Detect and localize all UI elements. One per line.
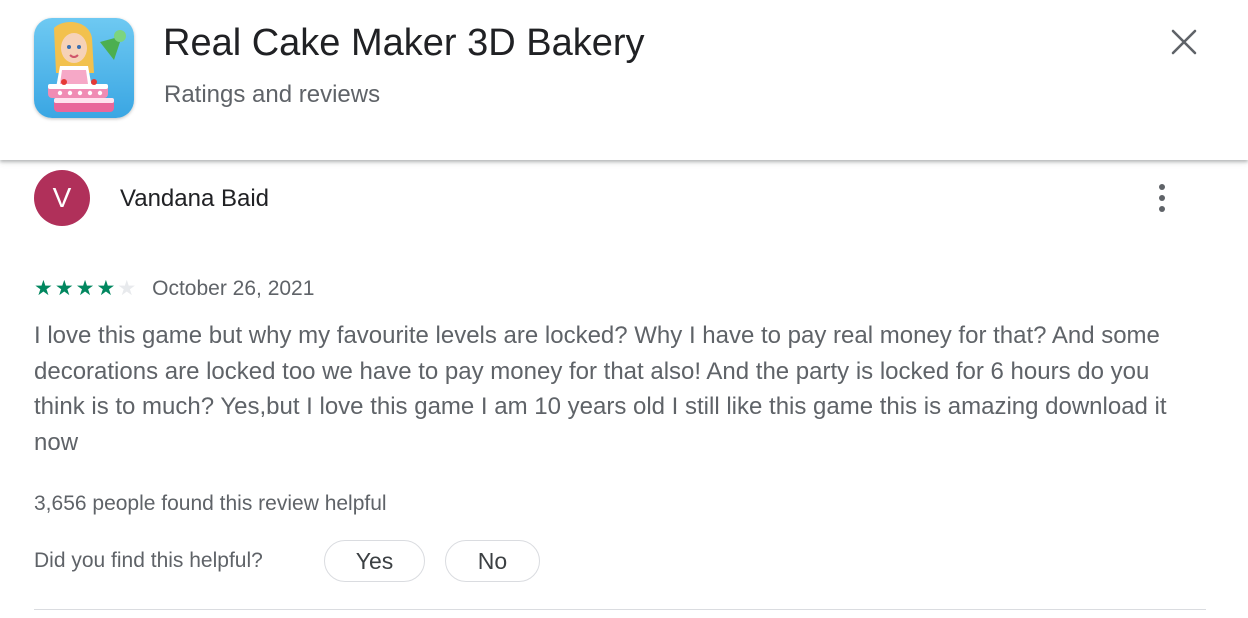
more-options-button[interactable] [1140, 174, 1184, 222]
review-card: V Vandana Baid ★ ★ ★ ★ ★ October 26, 2021 I … [0, 160, 1248, 618]
more-vert-icon-dot [1159, 206, 1165, 212]
close-button[interactable] [1160, 18, 1208, 66]
avatar: V [34, 170, 90, 226]
dialog-header: Real Cake Maker 3D Bakery Ratings and re… [0, 0, 1248, 160]
app-icon [34, 18, 134, 118]
rating-row: ★ ★ ★ ★ ★ October 26, 2021 [34, 275, 314, 303]
star-filled-icon: ★ [34, 277, 53, 300]
review-date: October 26, 2021 [152, 277, 315, 300]
page-subtitle: Ratings and reviews [164, 81, 381, 108]
reviewer-name: Vandana Baid [120, 185, 270, 212]
star-filled-icon: ★ [54, 277, 74, 300]
star-filled-icon: ★ [75, 277, 95, 300]
star-rating: ★ ★ ★ ★ ★ [34, 277, 136, 301]
star-empty-icon: ★ [117, 277, 137, 300]
more-vert-icon-dot [1159, 195, 1165, 201]
star-filled-icon: ★ [96, 277, 116, 300]
divider [34, 609, 1206, 610]
more-vert-icon [1159, 184, 1165, 190]
review-text: I love this game but why my favourite le… [34, 322, 1167, 456]
helpful-yes-button[interactable]: Yes [324, 540, 425, 582]
helpful-question: Did you find this helpful? [34, 549, 263, 572]
helpful-no-button[interactable]: No [445, 540, 540, 582]
helpful-count: 3,656 people found this review helpful [34, 492, 387, 515]
app-icon-image [34, 18, 134, 118]
app-title: Real Cake Maker 3D Bakery [163, 22, 645, 64]
close-icon [1171, 29, 1197, 55]
